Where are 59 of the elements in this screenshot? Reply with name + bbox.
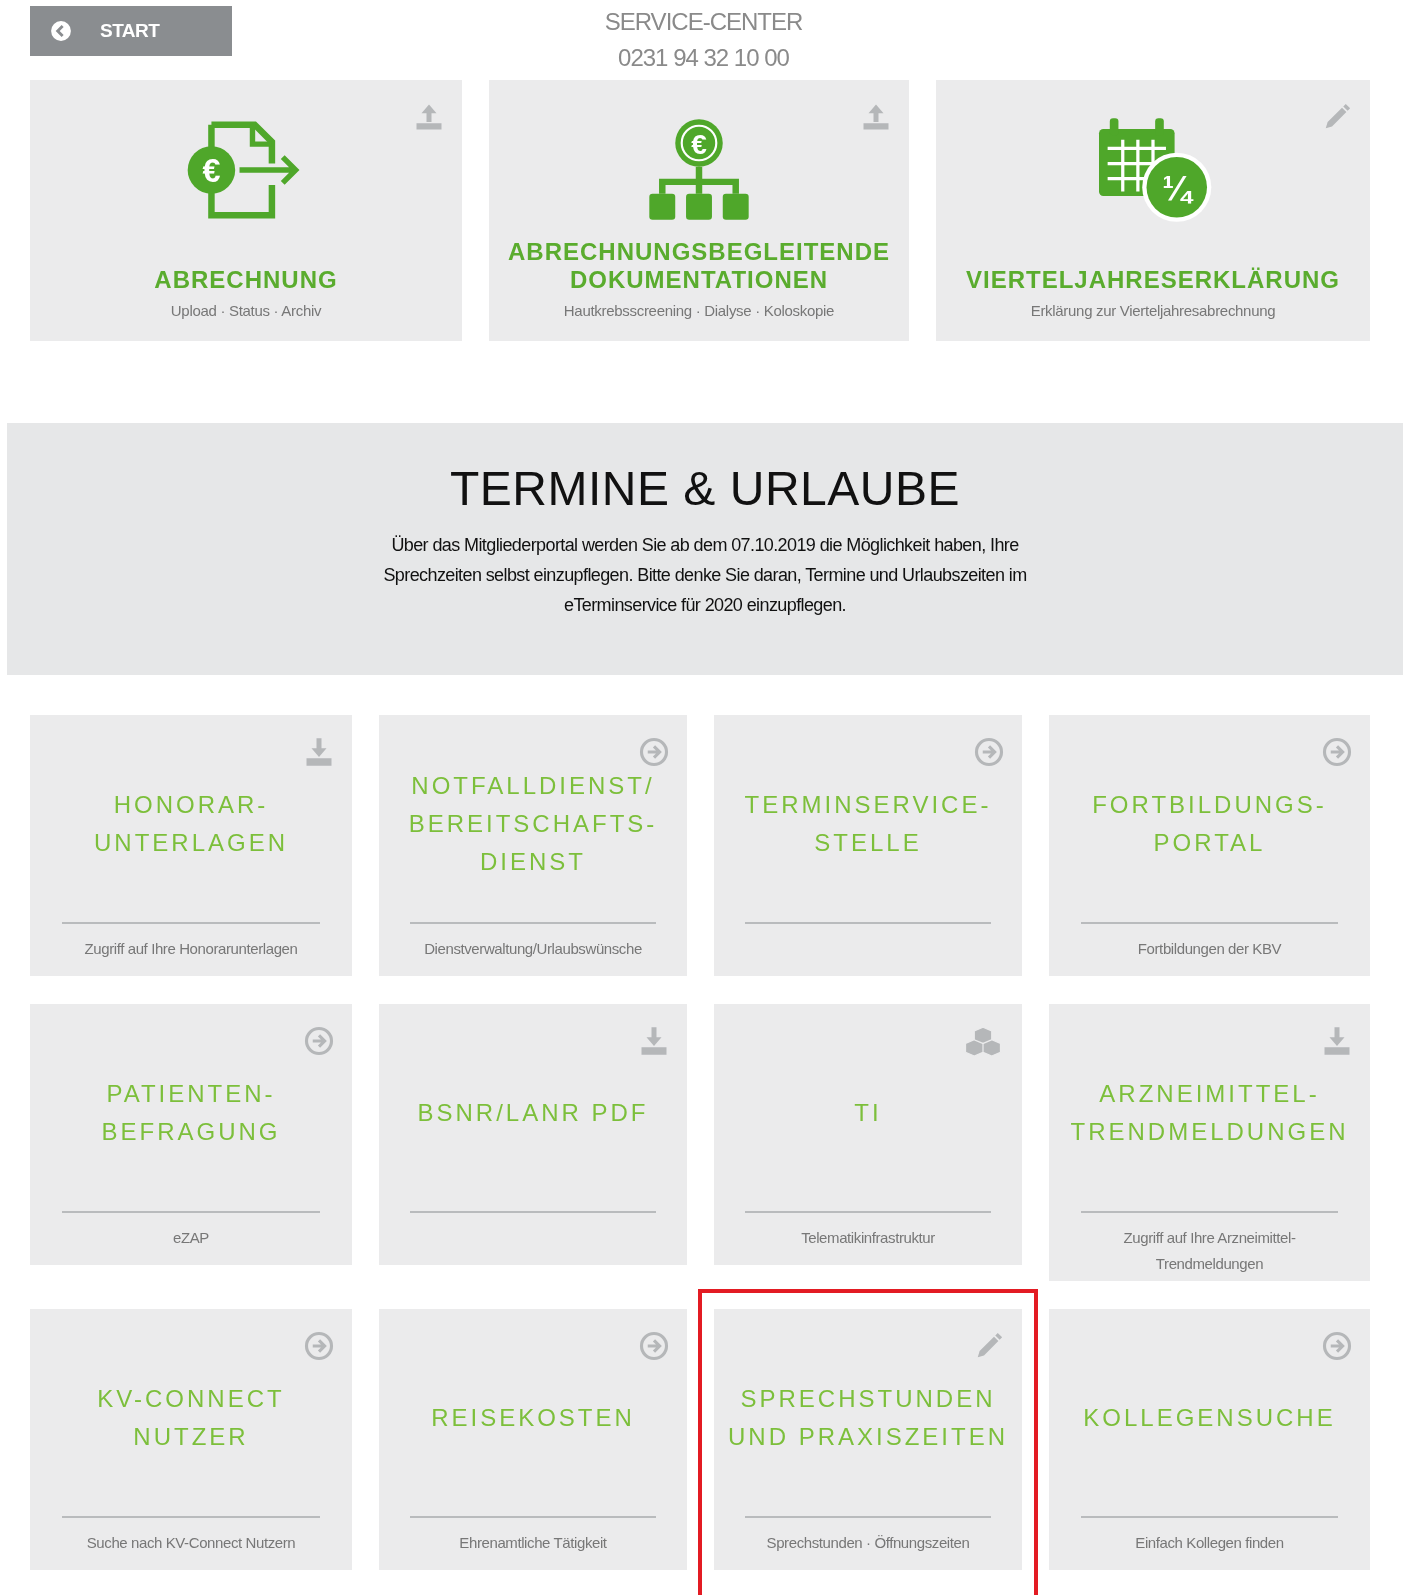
upload-icon: [414, 102, 444, 132]
tile-title: ABRECHNUNG: [153, 266, 339, 294]
service-tile[interactable]: NOTFALLDIENST/ BEREITSCHAFTS- DIENST Dienstverwaltung/Urlaubswünsche: [379, 715, 687, 976]
tile-title: NOTFALLDIENST/ BEREITSCHAFTS- DIENST: [408, 770, 658, 877]
tile-title: FORTBILDUNGS- PORTAL: [1092, 789, 1327, 858]
feature-tile[interactable]: € ABRECHNUNGSBEGLEITENDE DOKUMENTATIONEN Hautkrebsscreening · Dialyse · Koloskopie: [489, 80, 909, 341]
tile-subtitle: Ehrenamtliche Tätigkeit: [458, 1533, 608, 1553]
tile-subtitle: Fortbildungen der KBV: [1136, 939, 1283, 959]
tile-subtitle: Upload · Status · Archiv: [170, 302, 322, 319]
service-tile[interactable]: HONORAR- UNTERLAGEN Zugriff auf Ihre Honorarunterlagen: [30, 715, 352, 976]
download-icon: [639, 1026, 669, 1056]
tile-title: KV-CONNECT NUTZER: [97, 1383, 285, 1452]
tile-title: TERMINSERVICE- STELLE: [744, 789, 992, 858]
tile-title: TI: [854, 1097, 882, 1128]
start-button[interactable]: START: [30, 6, 232, 56]
feature-tile[interactable]: ¼ VIERTELJAHRESERKLÄRUNG Erklärung zur Vierteljahresabrechnung: [936, 80, 1370, 341]
service-tile[interactable]: TI Telematikinfrastruktur: [714, 1004, 1022, 1265]
service-center-title: SERVICE-CENTER: [604, 7, 803, 37]
tile-subtitle: Hautkrebsscreening · Dialyse · Koloskopie: [563, 302, 835, 319]
service-tile[interactable]: FORTBILDUNGS- PORTAL Fortbildungen der KBV: [1049, 715, 1370, 976]
tile-title: KOLLEGENSUCHE: [1083, 1402, 1336, 1433]
tile-subtitle: Zugriff auf Ihre Arzneimittel- Trendmeldungen: [1122, 1228, 1297, 1274]
arrow-circle-icon: [974, 737, 1004, 767]
tile-title: ARZNEIMITTEL- TRENDMELDUNGEN: [1070, 1078, 1349, 1147]
tile-title: VIERTELJAHRESERKLÄRUNG: [965, 266, 1341, 294]
tile-title: HONORAR- UNTERLAGEN: [94, 789, 288, 858]
tile-title: PATIENTEN- BEFRAGUNG: [101, 1078, 281, 1147]
banner-text: Über das Mitgliederportal werden Sie ab dem 07.10.2019 die Möglichkeit haben, Ihre Sprechzeiten selbst einzupflegen. Bitte denke Sie daran, Termine und Urlaubszeiten im eTerminservice für 2020 einzupflegen.: [382, 534, 1028, 617]
service-center-phone: 0231 94 32 10 00: [618, 43, 789, 73]
tile-subtitle: eZAP: [172, 1228, 210, 1248]
service-tile[interactable]: REISEKOSTEN Ehrenamtliche Tätigkeit: [379, 1309, 687, 1570]
service-tile[interactable]: KOLLEGENSUCHE Einfach Kollegen finden: [1049, 1309, 1370, 1570]
tile-subtitle: Erklärung zur Vierteljahresabrechnung: [1030, 302, 1276, 319]
service-tile[interactable]: SPRECHSTUNDEN UND PRAXISZEITEN Sprechstunden · Öffnungszeiten: [714, 1309, 1022, 1570]
arrow-circle-icon: [304, 1331, 334, 1361]
tile-subtitle: Zugriff auf Ihre Honorarunterlagen: [83, 939, 299, 959]
service-tile[interactable]: ARZNEIMITTEL- TRENDMELDUNGEN Zugriff auf Ihre Arzneimittel- Trendmeldungen: [1049, 1004, 1370, 1281]
tile-title: BSNR/LANR PDF: [417, 1097, 649, 1128]
tile-title: ABRECHNUNGSBEGLEITENDE DOKUMENTATIONEN: [507, 238, 891, 294]
service-tile[interactable]: KV-CONNECT NUTZER Suche nach KV-Connect Nutzern: [30, 1309, 352, 1570]
upload-icon: [861, 102, 891, 132]
tile-title: SPRECHSTUNDEN UND PRAXISZEITEN: [728, 1383, 1008, 1452]
arrow-circle-icon: [639, 737, 669, 767]
tile-title: REISEKOSTEN: [431, 1402, 635, 1433]
tile-subtitle: Telematikinfrastruktur: [800, 1228, 936, 1248]
banner-title: TERMINE & URLAUBE: [450, 461, 960, 516]
tile-subtitle: Dienstverwaltung/Urlaubswünsche: [423, 939, 643, 959]
tile-subtitle: Einfach Kollegen finden: [1134, 1533, 1285, 1553]
back-icon: [50, 20, 72, 42]
feature-tile[interactable]: € ABRECHNUNG Upload · Status · Archiv: [30, 80, 462, 341]
arrow-circle-icon: [639, 1331, 669, 1361]
download-icon: [1322, 1026, 1352, 1056]
tile-subtitle: Sprechstunden · Öffnungszeiten: [765, 1533, 971, 1553]
arrow-circle-icon: [304, 1026, 334, 1056]
download-icon: [304, 737, 334, 767]
arrow-circle-icon: [1322, 1331, 1352, 1361]
arrow-circle-icon: [1322, 737, 1352, 767]
service-tile[interactable]: PATIENTEN- BEFRAGUNG eZAP: [30, 1004, 352, 1265]
tile-subtitle: Suche nach KV-Connect Nutzern: [85, 1533, 297, 1553]
